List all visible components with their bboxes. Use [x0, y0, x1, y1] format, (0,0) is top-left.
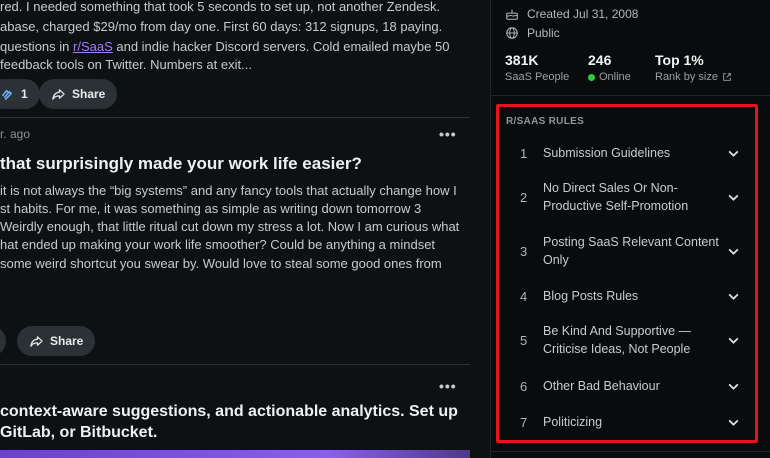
rule-number: 7 — [520, 414, 528, 430]
share-label: Share — [50, 334, 84, 348]
rule-number: 4 — [520, 288, 528, 304]
share-button[interactable]: Share — [39, 79, 118, 109]
post2-text-line: st habits. For me, it was something as s… — [0, 201, 422, 216]
vote-button[interactable] — [0, 326, 6, 356]
rule-number: 5 — [520, 332, 528, 348]
stat-label: Online — [599, 71, 631, 83]
rule-item[interactable]: 1 Submission Guidelines — [499, 141, 755, 165]
post2-title[interactable]: that surprisingly made your work life ea… — [0, 154, 362, 174]
cake-icon — [506, 9, 518, 20]
external-link-icon — [723, 73, 731, 81]
post-divider — [0, 364, 470, 365]
chevron-down-icon — [725, 243, 741, 259]
stat-value: Top 1% — [655, 52, 704, 68]
post2-text-line: hat ended up making your work life smoot… — [0, 237, 436, 252]
rule-number: 3 — [520, 243, 528, 259]
post2-time: r. ago — [0, 127, 31, 141]
post1-text-part: questions in — [0, 39, 73, 54]
rule-label: Other Bad Behaviour — [543, 379, 660, 393]
rule-number: 6 — [520, 378, 528, 394]
post2-text-line: it is not always the “big systems” and a… — [0, 183, 457, 198]
chevron-down-icon — [725, 414, 741, 430]
rule-item[interactable]: 4 Blog Posts Rules — [499, 284, 755, 308]
stat-value: 381K — [505, 52, 539, 68]
rule-item[interactable]: 6 Other Bad Behaviour — [499, 374, 755, 398]
post1-text-line: red. I needed something that took 5 seco… — [0, 0, 441, 14]
post-divider — [0, 117, 470, 118]
rule-item[interactable]: 5 Be Kind And Supportive — Criticise Ide… — [499, 320, 755, 360]
share-icon — [30, 335, 43, 347]
post1-text-line: abase, charged $29/mo from day one. Firs… — [0, 19, 443, 34]
post-feed: red. I needed something that took 5 seco… — [0, 0, 470, 458]
vote-button[interactable]: 1 — [0, 79, 40, 109]
rules-section: R/SAAS RULES 1 Submission Guidelines 2 N… — [496, 104, 758, 443]
rule-item[interactable]: 3 Posting SaaS Relevant Content Only — [499, 231, 755, 271]
post1-text-line: feedback tools on Twitter. Numbers at ex… — [0, 57, 252, 72]
rule-label: Blog Posts Rules — [543, 289, 639, 303]
stat-label: SaaS People — [505, 71, 570, 83]
sidebar-separator — [491, 451, 770, 452]
rule-label: No Direct Sales Or Non-Productive Self-P… — [543, 181, 689, 213]
post1-text-line: questions in r/SaaS and indie hacker Dis… — [0, 38, 449, 56]
chevron-down-icon — [725, 189, 741, 205]
stat-online: 246 Online — [588, 52, 631, 83]
rule-number: 2 — [520, 189, 528, 205]
post1-text-part: and indie hacker Discord servers. Cold e… — [112, 39, 450, 54]
created-row: Created Jul 31, 2008 — [505, 7, 638, 21]
online-dot-icon — [588, 73, 595, 81]
rule-label: Be Kind And Supportive — Criticise Ideas… — [543, 324, 692, 356]
post2-more-button[interactable]: ••• — [439, 126, 457, 142]
globe-icon — [506, 27, 518, 39]
post3-title-line[interactable]: GitLab, or Bitbucket. — [0, 424, 157, 442]
sidebar-separator — [491, 95, 770, 96]
promo-image[interactable] — [0, 450, 470, 458]
chevron-down-icon — [725, 145, 741, 161]
stat-label: Rank by size — [655, 71, 718, 83]
community-sidebar: Created Jul 31, 2008 Public 381K SaaS Pe… — [491, 0, 770, 458]
share-label: Share — [72, 87, 106, 101]
share-icon — [52, 88, 65, 100]
chevron-down-icon — [725, 288, 741, 304]
rules-heading: R/SAAS RULES — [506, 116, 585, 127]
created-date: Created Jul 31, 2008 — [527, 7, 639, 21]
clap-icon — [2, 89, 12, 100]
chevron-down-icon — [725, 332, 741, 348]
rule-item[interactable]: 2 No Direct Sales Or Non-Productive Self… — [499, 177, 755, 217]
post3-title-line[interactable]: context-aware suggestions, and actionabl… — [0, 403, 458, 421]
share-button[interactable]: Share — [17, 326, 96, 356]
subreddit-link[interactable]: r/SaaS — [73, 39, 113, 54]
stat-value: 246 — [588, 52, 612, 68]
vote-count: 1 — [21, 87, 28, 101]
rule-label: Submission Guidelines — [543, 146, 671, 160]
chevron-down-icon — [725, 378, 741, 394]
rule-number: 1 — [520, 145, 528, 161]
post2-text-line: Weirdly enough, that little ritual cut d… — [0, 219, 460, 234]
stat-rank[interactable]: Top 1% Rank by size — [655, 52, 732, 83]
rule-item[interactable]: 7 Politicizing — [499, 410, 755, 434]
post3-more-button[interactable]: ••• — [439, 378, 457, 394]
post2-text-line: some weird shortcut you swear by. Would … — [0, 256, 442, 271]
stat-members: 381K SaaS People — [505, 52, 569, 83]
visibility-label: Public — [527, 26, 560, 40]
rule-label: Politicizing — [543, 415, 603, 429]
rule-label: Posting SaaS Relevant Content Only — [543, 235, 719, 267]
visibility-row: Public — [505, 26, 560, 40]
